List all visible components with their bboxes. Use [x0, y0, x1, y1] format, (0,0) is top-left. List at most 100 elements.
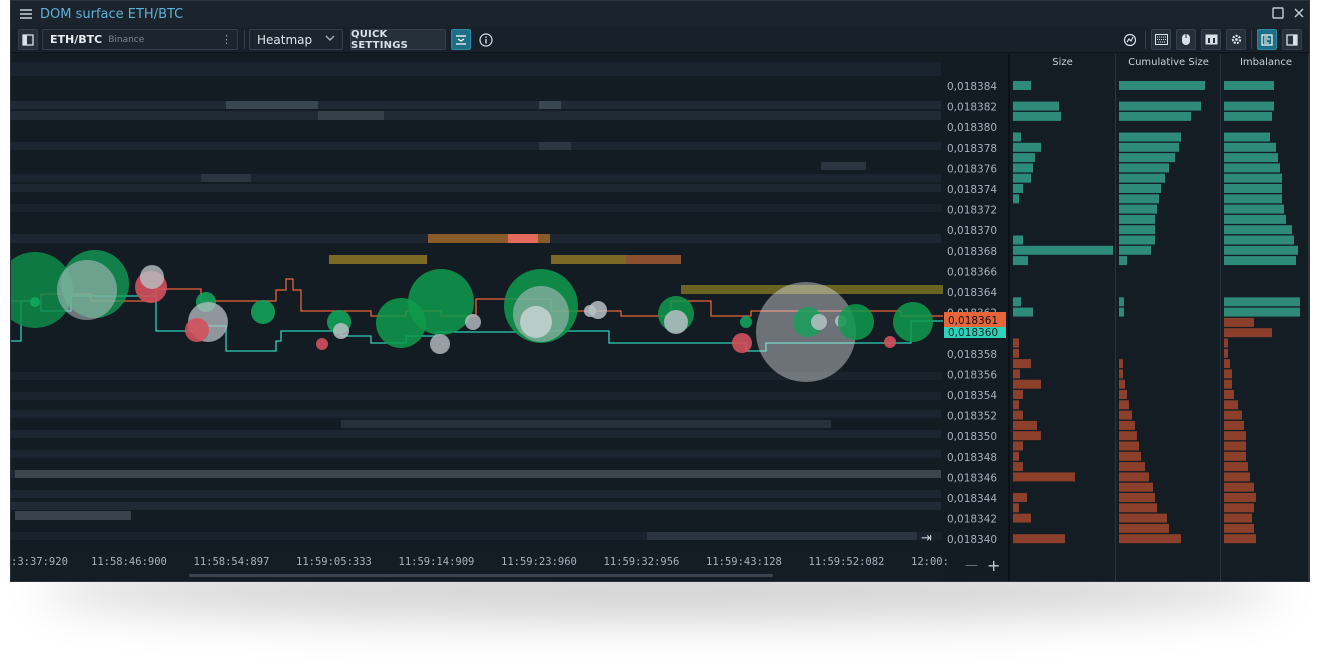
cumulative-size-bar — [1119, 420, 1135, 430]
heatmap-block — [329, 255, 427, 264]
cumulative-size-bar — [1119, 81, 1205, 90]
size-bar — [1013, 153, 1035, 163]
imbalance-bar — [1224, 441, 1246, 451]
horizontal-scrollbar — [189, 574, 773, 577]
time-tick-label: 11:59:43:128 — [706, 556, 782, 568]
trade-bubble — [893, 302, 933, 342]
size-bar — [1013, 163, 1033, 173]
scroll-to-end-icon[interactable]: ⇥ — [921, 531, 932, 546]
left-panel-icon[interactable] — [1257, 29, 1277, 50]
view-mode-label: Heatmap — [257, 32, 313, 47]
cumulative-size-bar — [1119, 390, 1127, 399]
heatmap-block — [428, 234, 508, 243]
sidebar-toggle-icon[interactable] — [18, 29, 38, 50]
size-bar — [1013, 451, 1019, 461]
toolbar-divider — [1251, 30, 1252, 49]
price-tick-label: 0,018384 — [947, 81, 997, 93]
layout-icon[interactable] — [1201, 29, 1221, 50]
heatmap-row — [11, 174, 941, 182]
cumulative-size-bar — [1119, 451, 1141, 461]
imbalance-bar — [1224, 359, 1230, 369]
symbol-selector[interactable]: ETH/BTC Binance ⋮ — [42, 29, 238, 50]
hamburger-menu-icon[interactable] — [20, 9, 32, 19]
dom-panel: Size Cumulative Size Imbalance — [1008, 54, 1309, 581]
maximize-icon[interactable] — [1271, 7, 1285, 21]
cumulative-size-bar — [1119, 379, 1125, 389]
trade-bubble — [333, 323, 349, 339]
imbalance-bar — [1224, 111, 1272, 121]
cumulative-size-bar — [1119, 173, 1165, 183]
size-bar — [1013, 81, 1031, 90]
cumulative-size-bar — [1119, 431, 1137, 441]
size-bar — [1013, 173, 1031, 183]
imbalance-bar — [1224, 431, 1246, 441]
heatmap-row — [11, 450, 941, 458]
cumulative-size-bar — [1119, 245, 1151, 255]
trade-bubble — [316, 338, 328, 350]
size-bar — [1013, 513, 1031, 523]
imbalance-bar — [1224, 472, 1250, 482]
quick-settings-button[interactable]: QUICK SETTINGS — [350, 29, 446, 51]
heatmap-row — [11, 502, 941, 510]
price-tick-label: 0,018356 — [947, 369, 997, 381]
price-tick-label: 0,018380 — [947, 122, 997, 134]
size-bar — [1013, 369, 1020, 379]
heatmap-canvas[interactable]: 0,018384 0,018382 0,018380 0,018378 0,018376… — [11, 54, 1008, 582]
size-bar — [1013, 441, 1023, 451]
heatmap-block — [226, 101, 318, 109]
trade-bubble — [251, 300, 275, 324]
size-bar — [1013, 101, 1059, 111]
imbalance-bar — [1224, 410, 1242, 420]
view-mode-dropdown[interactable]: Heatmap — [249, 29, 343, 50]
heatmap-chart[interactable]: 0,018384 0,018382 0,018380 0,018378 0,018376… — [11, 54, 1008, 582]
cumulative-size-bar — [1119, 503, 1157, 513]
heatmap-row — [11, 62, 941, 76]
cumulative-size-bar — [1119, 101, 1201, 111]
imbalance-bar — [1224, 390, 1234, 399]
heatmap-row — [11, 142, 941, 150]
price-tick-label: 0,018368 — [947, 246, 997, 258]
imbalance-bar — [1224, 173, 1282, 183]
heatmap-block — [647, 532, 917, 540]
imbalance-bar — [1224, 420, 1244, 430]
cumulative-size-bar — [1119, 307, 1124, 317]
imbalance-bar — [1224, 184, 1282, 193]
heatmap-block — [15, 470, 941, 478]
exchange-name: Binance — [108, 34, 145, 45]
price-tick-label: 0,018364 — [947, 287, 997, 299]
heatmap-block — [318, 111, 384, 120]
gear-icon[interactable] — [1226, 29, 1246, 50]
size-bar — [1013, 111, 1061, 121]
ask-price-marker: 0,018361 — [944, 312, 1006, 327]
cumulative-size-bar — [1119, 225, 1155, 235]
cumulative-size-bar — [1119, 472, 1149, 482]
info-icon[interactable] — [476, 29, 496, 50]
mouse-icon[interactable] — [1176, 29, 1196, 50]
right-panel-icon[interactable] — [1282, 29, 1302, 50]
imbalance-bar — [1224, 400, 1238, 410]
filter-settings-icon[interactable] — [451, 29, 471, 50]
keyboard-icon[interactable] — [1151, 29, 1171, 50]
heatmap-block — [539, 101, 561, 109]
cumulative-size-bar — [1119, 359, 1123, 369]
size-bar — [1013, 400, 1019, 410]
zoom-in-icon[interactable]: + — [987, 556, 1000, 575]
tracking-icon[interactable] — [1120, 29, 1140, 50]
zoom-out-icon[interactable]: — — [965, 558, 978, 573]
symbol-menu-icon[interactable]: ⋮ — [221, 33, 232, 46]
cumulative-size-bar — [1119, 410, 1132, 420]
close-icon[interactable] — [1292, 7, 1306, 21]
time-tick-label: 11:58:46:900 — [91, 556, 167, 568]
price-axis: 0,018384 0,018382 0,018380 0,018378 0,018376… — [944, 81, 1006, 546]
cumulative-size-bar — [1119, 513, 1167, 523]
price-tick-label: 0,018340 — [947, 534, 997, 546]
price-tick-label: 0,018348 — [947, 452, 997, 464]
imbalance-bar — [1224, 297, 1300, 307]
price-tick-label: 0,018370 — [947, 225, 997, 237]
size-bar — [1013, 307, 1033, 317]
size-bar — [1013, 379, 1041, 389]
trade-bubble — [664, 310, 688, 334]
heatmap-row — [11, 101, 941, 109]
imbalance-bar — [1224, 503, 1254, 513]
price-tick-label: 0,018354 — [947, 390, 997, 402]
